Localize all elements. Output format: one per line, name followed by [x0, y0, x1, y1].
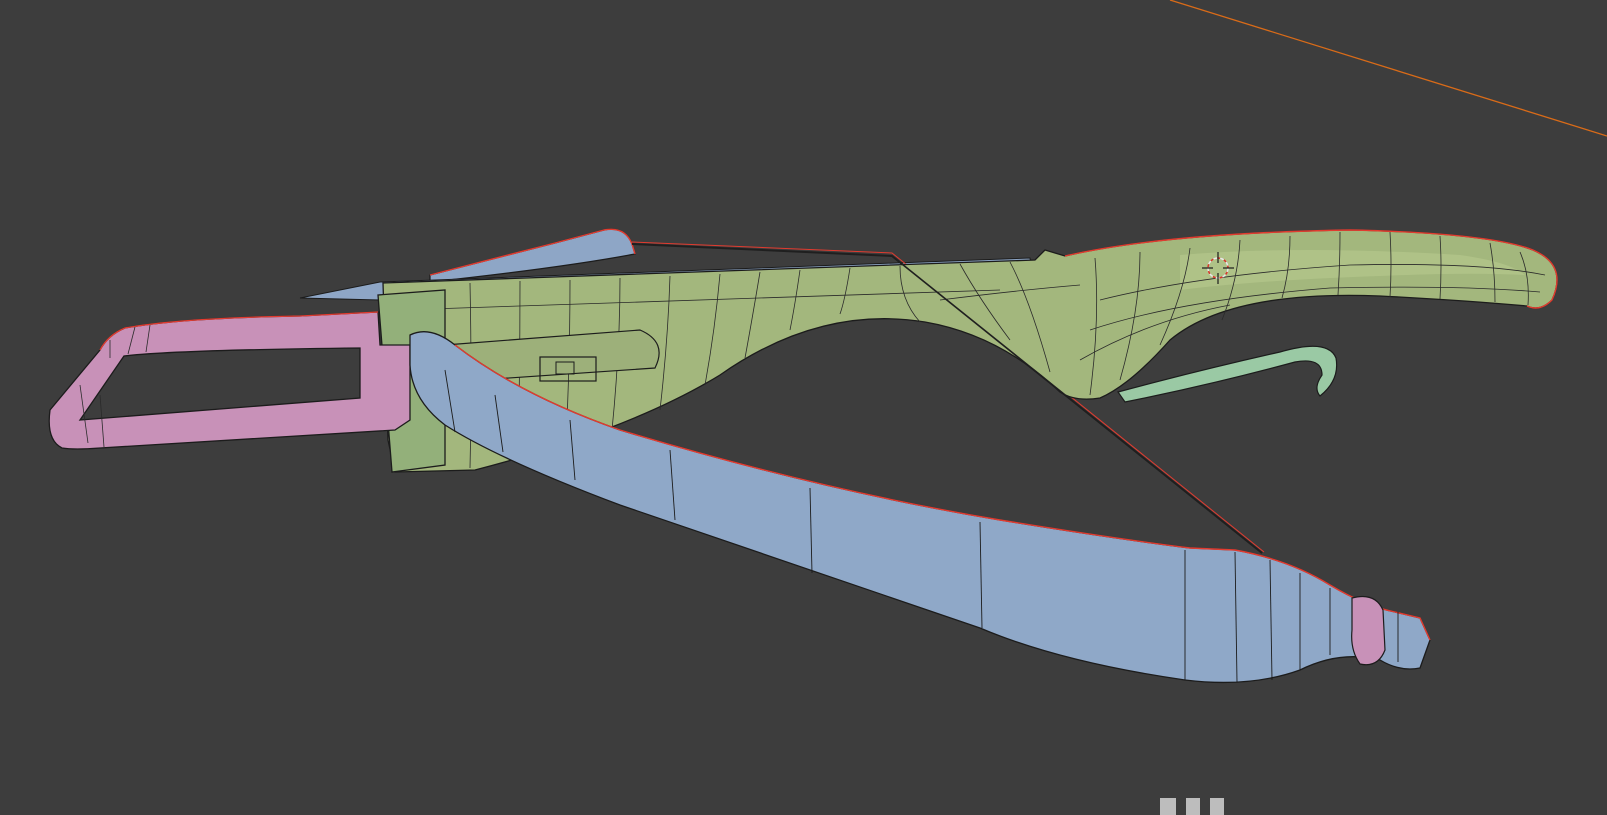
scene-canvas[interactable]	[0, 0, 1607, 815]
3d-viewport[interactable]	[0, 0, 1607, 815]
hud-block	[1186, 798, 1200, 815]
hud-block	[1160, 798, 1176, 815]
stirrup[interactable]	[48, 311, 411, 450]
hud-block	[1210, 798, 1224, 815]
x-axis-line	[1169, 0, 1607, 137]
bow-limb-tip-ring[interactable]	[1351, 595, 1386, 666]
viewport-hud-fragment	[1160, 798, 1224, 815]
